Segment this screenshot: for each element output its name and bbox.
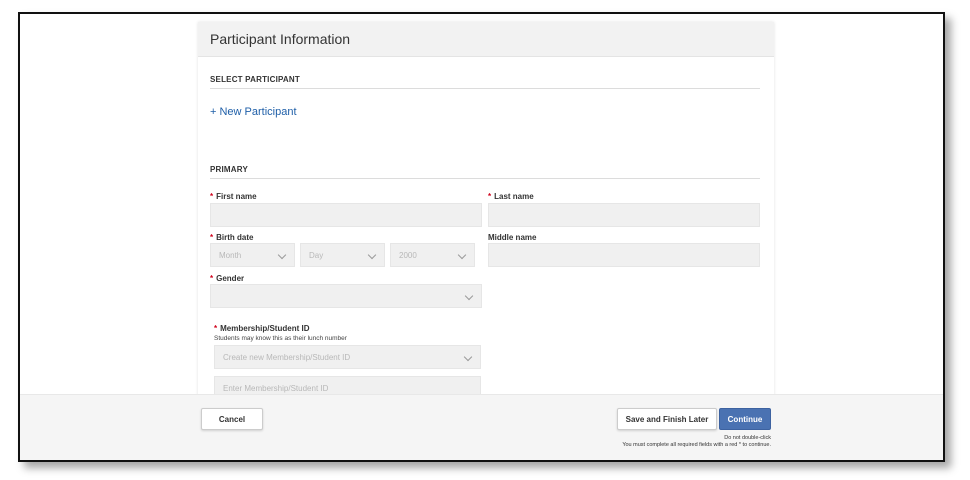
chevron-down-icon — [277, 250, 287, 260]
required-fields-note: You must complete all required fields wi… — [622, 442, 771, 448]
first-name-label-text: First name — [216, 192, 257, 201]
birth-date-label: * Birth date — [210, 233, 253, 242]
required-marker: * — [488, 192, 492, 201]
birth-month-value: Month — [219, 250, 242, 260]
required-marker: * — [210, 233, 214, 242]
last-name-label: * Last name — [488, 192, 534, 201]
birth-day-value: Day — [309, 250, 324, 260]
primary-heading: PRIMARY — [210, 165, 760, 179]
chevron-down-icon — [367, 250, 377, 260]
birth-date-label-text: Birth date — [216, 233, 254, 242]
membership-helper-text: Students may know this as their lunch nu… — [214, 335, 347, 342]
middle-name-input[interactable] — [488, 243, 760, 267]
birth-month-select[interactable]: Month — [210, 243, 295, 267]
continue-button[interactable]: Continue — [719, 408, 771, 430]
select-participant-heading: SELECT PARTICIPANT — [210, 75, 760, 89]
cancel-button[interactable]: Cancel — [201, 408, 263, 430]
save-and-finish-later-button[interactable]: Save and Finish Later — [617, 408, 717, 430]
chevron-down-icon — [457, 250, 467, 260]
required-marker: * — [210, 192, 214, 201]
birth-day-select[interactable]: Day — [300, 243, 385, 267]
required-marker: * — [214, 324, 218, 333]
participant-info-card: Participant Information SELECT PARTICIPA… — [198, 22, 774, 412]
middle-name-label: Middle name — [488, 233, 537, 242]
double-click-note: Do not double-click — [724, 435, 771, 441]
new-participant-link[interactable]: + New Participant — [210, 106, 297, 118]
birth-year-value: 2000 — [399, 250, 417, 260]
gender-label: * Gender — [210, 274, 244, 283]
action-footer: Cancel Save and Finish Later Continue Do… — [20, 394, 943, 460]
membership-select[interactable]: Create new Membership/Student ID — [214, 345, 481, 369]
gender-label-text: Gender — [216, 274, 245, 283]
card-header: Participant Information — [198, 22, 774, 57]
required-marker: * — [210, 274, 214, 283]
gender-select[interactable] — [210, 284, 482, 308]
membership-select-value: Create new Membership/Student ID — [223, 352, 351, 362]
last-name-input[interactable] — [488, 203, 760, 227]
membership-label: * Membership/Student ID — [214, 324, 309, 333]
chevron-down-icon — [464, 291, 474, 301]
membership-input-placeholder: Enter Membership/Student ID — [223, 383, 329, 393]
page-title: Participant Information — [210, 31, 351, 47]
first-name-label: * First name — [210, 192, 257, 201]
browser-frame: Participant Information SELECT PARTICIPA… — [18, 12, 945, 462]
chevron-down-icon — [463, 352, 473, 362]
membership-label-text: Membership/Student ID — [220, 324, 310, 333]
first-name-input[interactable] — [210, 203, 482, 227]
last-name-label-text: Last name — [494, 192, 534, 201]
birth-year-select[interactable]: 2000 — [390, 243, 475, 267]
